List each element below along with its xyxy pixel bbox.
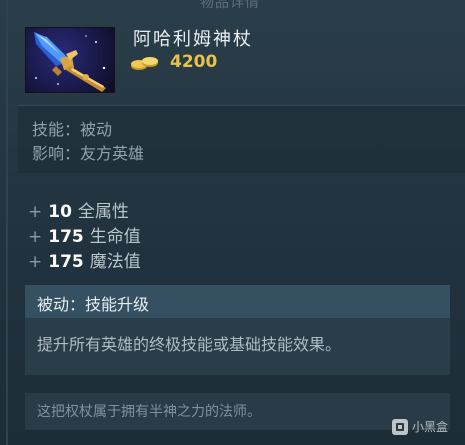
item-meta: 技能：被动 影响：友方英雄 bbox=[18, 105, 465, 173]
ability-type-label: 技能：被动 bbox=[32, 120, 113, 139]
item-tooltip-panel: 物品详情 阿哈利姆神杖 4200 技能：被动 影响：友方英雄 + 10 全属性 … bbox=[0, 0, 465, 445]
attribute-value: 175 bbox=[48, 227, 84, 247]
attribute-sign: + bbox=[28, 227, 43, 247]
attribute-value: 175 bbox=[48, 252, 84, 272]
panel-title-partial: 物品详情 bbox=[200, 0, 260, 11]
aghanims-scepter-icon bbox=[25, 27, 115, 93]
attribute-label: 魔法值 bbox=[89, 252, 141, 272]
attribute-value: 10 bbox=[48, 202, 72, 222]
attribute-row: +10 全属性 bbox=[28, 197, 129, 222]
panel-border bbox=[6, 0, 8, 445]
ability-title: 被动：技能升级 bbox=[37, 295, 150, 314]
ability-header: 被动：技能升级 bbox=[25, 285, 450, 318]
attribute-row: +175 魔法值 bbox=[28, 247, 141, 272]
affects-label: 影响：友方英雄 bbox=[32, 144, 145, 163]
attribute-label: 全属性 bbox=[77, 202, 129, 222]
lore-text: 这把权杖属于拥有半神之力的法师。 bbox=[37, 404, 261, 420]
ability-box: 被动：技能升级 提升所有英雄的终极技能或基础技能效果。 bbox=[25, 285, 450, 375]
item-name: 阿哈利姆神杖 bbox=[133, 29, 253, 50]
attribute-row: +175 生命值 bbox=[28, 222, 141, 247]
watermark: 小黑盒 bbox=[392, 418, 448, 435]
ability-description: 提升所有英雄的终极技能或基础技能效果。 bbox=[37, 335, 342, 354]
item-cost: 4200 bbox=[170, 52, 218, 72]
attribute-sign: + bbox=[28, 202, 43, 222]
attribute-label: 生命值 bbox=[89, 227, 141, 247]
scepter-illustration bbox=[34, 32, 106, 92]
attribute-sign: + bbox=[28, 252, 43, 272]
heybox-logo-icon bbox=[392, 418, 408, 435]
watermark-text: 小黑盒 bbox=[412, 420, 449, 434]
gold-coins-icon bbox=[131, 57, 158, 70]
lore-box: 这把权杖属于拥有半神之力的法师。 bbox=[25, 393, 450, 430]
